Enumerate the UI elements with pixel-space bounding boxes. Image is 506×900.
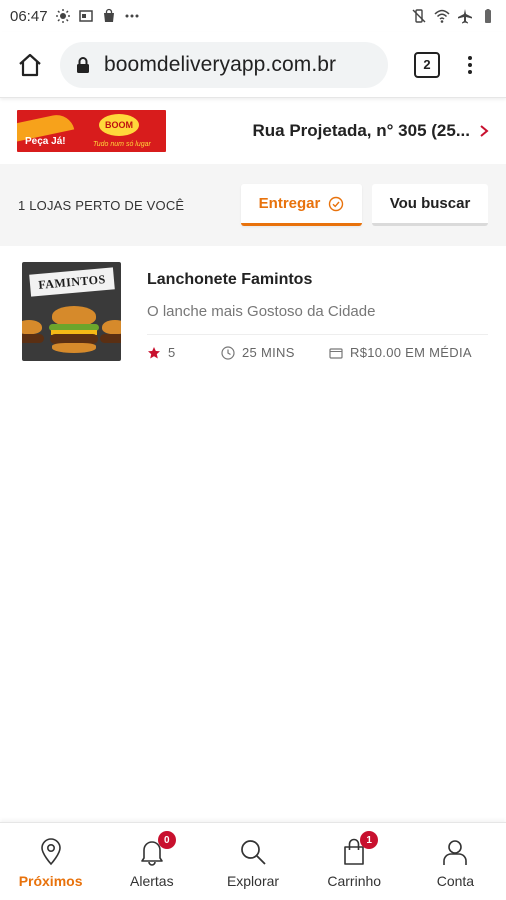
nav-item-alertas[interactable]: 0 Alertas [101, 823, 202, 900]
bottom-navigation: Próximos 0 Alertas Explorar 1 Carrinho C… [0, 822, 506, 900]
average-price: R$10.00 EM MÉDIA [329, 345, 472, 360]
store-info: Lanchonete Famintos O lanche mais Gostos… [147, 262, 488, 372]
side-patty-right [100, 334, 121, 343]
more-dots-icon [124, 8, 140, 24]
nav-label: Explorar [226, 873, 280, 889]
nav-item-proximos[interactable]: Próximos [0, 823, 101, 900]
menu-dot [468, 69, 472, 74]
time-value: 25 MINS [242, 345, 295, 360]
delivery-time: 25 MINS [221, 345, 329, 360]
clock-icon [221, 345, 235, 360]
nav-item-conta[interactable]: Conta [405, 823, 506, 900]
wifi-icon [434, 8, 450, 24]
star-icon [147, 346, 161, 360]
lock-icon [74, 56, 92, 74]
status-time: 06:47 [10, 7, 48, 25]
status-bar: 06:47 [0, 0, 506, 32]
cart-badge: 1 [360, 831, 379, 849]
tab-switcher-button[interactable]: 2 [414, 51, 440, 78]
deliver-label: Entregar [258, 195, 321, 212]
alerts-badge: 0 [157, 831, 176, 849]
search-icon [239, 837, 267, 867]
nav-label: Conta [436, 873, 475, 889]
app-header: Peça Já! BOOM Tudo num só lugar Rua Proj… [0, 104, 506, 158]
chevron-right-icon [478, 124, 490, 138]
check-circle-icon [329, 196, 344, 211]
store-name: Lanchonete Famintos [147, 271, 313, 288]
side-burger-right [102, 320, 121, 334]
user-icon [441, 837, 469, 867]
nav-label: Alertas [130, 873, 174, 889]
delivery-address: Rua Projetada, n° 305 (25... [252, 121, 471, 140]
store-description: O lanche mais Gostoso da Cidade [147, 303, 488, 335]
nav-item-carrinho[interactable]: 1 Carrinho [304, 823, 405, 900]
logo-left-text: Peça Já! [25, 136, 66, 147]
burger-bun [52, 306, 96, 326]
store-meta: 5 25 MINS R$10.00 EM MÉDIA [147, 345, 488, 360]
nav-item-explorar[interactable]: Explorar [202, 823, 303, 900]
vibrate-mute-icon [411, 8, 427, 24]
nav-label: Próximos [18, 873, 83, 889]
wallet-icon [329, 346, 343, 360]
thumbnail-title: FAMINTOS [29, 267, 115, 297]
brand-logo[interactable]: Peça Já! BOOM Tudo num só lugar [17, 110, 166, 152]
screen-icon [78, 8, 94, 24]
status-right [411, 8, 496, 24]
nav-label: Carrinho [327, 873, 382, 889]
rating-value: 5 [168, 345, 176, 360]
pickup-button[interactable]: Vou buscar [372, 184, 488, 226]
side-burger-left [22, 320, 42, 334]
brightness-icon [55, 8, 71, 24]
address-selector[interactable]: Rua Projetada, n° 305 (25... [253, 121, 491, 141]
menu-dot [468, 55, 472, 60]
status-left: 06:47 [10, 8, 140, 25]
home-button[interactable] [10, 45, 50, 85]
bell-icon: 0 [138, 831, 176, 867]
menu-dot [468, 62, 472, 67]
side-patty-left [22, 334, 44, 343]
address-bar[interactable]: boomdeliveryapp.com.br [60, 41, 388, 88]
bag-icon [101, 8, 117, 24]
airplane-icon [457, 8, 473, 24]
shopping-bag-icon: 1 [340, 831, 379, 867]
battery-icon [480, 8, 496, 24]
browser-menu-button[interactable] [460, 55, 480, 74]
logo-tagline: Tudo num só lugar [93, 141, 151, 148]
home-icon [19, 53, 41, 76]
location-pin-icon [37, 837, 65, 867]
store-card[interactable]: FAMINTOS Lanchonete Famintos O lanche ma… [22, 262, 488, 372]
store-thumbnail: FAMINTOS [22, 262, 121, 361]
store-rating: 5 [147, 345, 221, 360]
price-value: R$10.00 EM MÉDIA [350, 345, 472, 360]
store-count-label: 1 LOJAS PERTO DE VOCÊ [18, 197, 185, 213]
deliver-button[interactable]: Entregar [241, 184, 362, 226]
browser-toolbar: boomdeliveryapp.com.br 2 [0, 32, 506, 98]
filter-bar: 1 LOJAS PERTO DE VOCÊ Entregar Vou busca… [0, 164, 506, 246]
url-text: boomdeliveryapp.com.br [104, 52, 337, 76]
burger-bottom-bun [52, 343, 96, 353]
logo-brand: BOOM [99, 114, 139, 136]
